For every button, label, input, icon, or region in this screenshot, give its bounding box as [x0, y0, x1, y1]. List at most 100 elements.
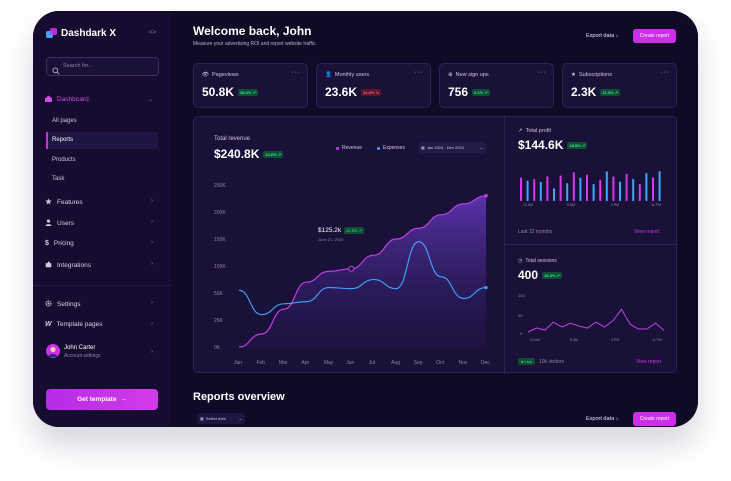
y-tick: 50 — [518, 313, 523, 318]
profit-value: $144.6K 28.5% ↗ — [518, 138, 588, 152]
date-range-select[interactable]: ▦ Jan 2024 - Dec 2024 ⌄ — [418, 142, 486, 153]
eye-icon: 👁 — [202, 72, 209, 78]
chevron-right-icon: › — [151, 321, 153, 327]
x-tick: Sep — [414, 360, 423, 366]
user-sub[interactable]: Account settings — [64, 353, 101, 359]
puzzle-icon — [45, 261, 52, 270]
overview-create-report-button[interactable]: Create report — [633, 412, 676, 426]
w-icon: W — [45, 321, 52, 328]
search-icon — [52, 62, 60, 80]
profit-bar — [539, 181, 542, 201]
chevron-down-icon: ⌄ — [238, 416, 242, 421]
profit-bar — [632, 178, 635, 201]
profit-bar — [553, 188, 555, 201]
search-input[interactable]: Search for... — [46, 57, 159, 76]
sessions-value: 400 16.8% ↗ — [518, 268, 562, 282]
profit-bar — [605, 171, 608, 201]
live-badge: ● Live — [518, 358, 535, 365]
x-tick: 4 PM — [611, 338, 620, 342]
sidebar-subitem-reports[interactable]: Reports — [52, 137, 73, 143]
stat-value: 756 3.1% ↗ — [448, 85, 490, 99]
stat-label: ⊕ New sign ups — [448, 72, 489, 78]
legend-dot — [336, 146, 339, 150]
sidebar-item-pricing[interactable]: $ Pricing — [45, 240, 74, 247]
sidebar-item-dashboard[interactable]: Dashboard — [45, 95, 89, 104]
export-data-button[interactable]: Export data ↓ — [586, 33, 618, 39]
profit-bar — [546, 176, 549, 201]
stat-label-text: Subscriptions — [578, 72, 612, 78]
profit-value-text: $144.6K — [518, 138, 564, 152]
chevron-right-icon: › — [151, 198, 153, 204]
x-tick: 11 PM — [651, 203, 661, 207]
sidebar-item-users[interactable]: Users — [45, 219, 74, 228]
stat-label-text: New sign ups — [455, 72, 489, 78]
collapse-icon[interactable]: <> — [149, 30, 156, 36]
profit-bar — [592, 184, 595, 201]
sidebar-item-features[interactable]: Features — [45, 198, 83, 207]
sidebar-item-template-pages[interactable]: W Template pages — [45, 321, 103, 328]
more-icon[interactable]: ··· — [415, 69, 424, 76]
legend-dot — [377, 146, 380, 150]
chart-tooltip: $125.2k 12.5% ↗ — [318, 227, 364, 234]
y-tick: 150K — [214, 237, 226, 243]
x-tick: Feb — [256, 360, 265, 366]
x-tick: Jun — [346, 360, 354, 366]
get-template-button[interactable]: Get template → — [46, 389, 158, 410]
profit-bar — [520, 177, 522, 201]
profit-bar — [586, 174, 588, 201]
chevron-down-icon: ⌄ — [479, 145, 483, 150]
tooltip-delta: 12.5% ↗ — [344, 227, 364, 234]
export-label: Export data — [586, 416, 615, 422]
highlight-point[interactable] — [348, 265, 355, 272]
y-tick: 0 — [520, 331, 523, 336]
sidebar-subitem-task[interactable]: Task — [52, 176, 64, 182]
clock-icon: ◷ — [518, 258, 523, 264]
sidebar-item-settings[interactable]: Settings — [45, 300, 81, 309]
revenue-area — [239, 195, 486, 347]
create-report-button[interactable]: Create report — [633, 29, 676, 43]
sessions-view-report-link[interactable]: View report — [636, 359, 661, 365]
stat-value-text: 756 — [448, 85, 469, 99]
delta-text: 12.5% — [346, 228, 358, 233]
stat-value: 50.8K 28.4% ↗ — [202, 85, 258, 99]
sidebar-subitem-all-pages[interactable]: All pages — [52, 118, 77, 124]
x-tick: Apr — [301, 360, 309, 366]
stat-card-pageviews: 👁 Pageviews ··· 50.8K 28.4% ↗ — [193, 63, 308, 108]
sidebar-item-label: Template pages — [56, 321, 103, 328]
profit-bar — [533, 178, 536, 201]
y-tick: 50K — [214, 291, 224, 297]
x-tick: Oct — [436, 360, 444, 366]
sessions-label: ◷ Total sessions — [518, 258, 557, 264]
sidebar-item-integrations[interactable]: Integrations — [45, 261, 91, 270]
live-text: Live — [524, 359, 532, 364]
x-tick: 12 AM — [530, 338, 540, 342]
more-icon[interactable]: ··· — [292, 69, 301, 76]
user-name: John Carter — [64, 345, 96, 351]
x-tick: 11 PM — [652, 338, 662, 342]
profit-view-report-link[interactable]: View report — [634, 229, 659, 235]
delta-badge: 3.1% ↗ — [472, 88, 490, 96]
profit-bar — [652, 177, 654, 201]
x-tick: 8 AM — [570, 338, 578, 342]
select-date-dropdown[interactable]: ▦ Select date ⌄ — [197, 413, 245, 424]
sidebar-item-label: Dashboard — [57, 96, 89, 103]
avatar[interactable] — [46, 344, 60, 358]
more-icon[interactable]: ··· — [661, 69, 670, 76]
profit-bar — [572, 172, 575, 201]
legend-expenses: Expenses — [377, 145, 405, 151]
sidebar-subitem-products[interactable]: Products — [52, 157, 76, 163]
overview-export-button[interactable]: Export data ↓ — [586, 416, 618, 422]
calendar-icon: ▦ — [421, 145, 425, 150]
more-icon[interactable]: ··· — [538, 69, 547, 76]
visitors-count: 10k visitors — [539, 359, 565, 365]
revenue-value: $240.8K 24.6% ↗ — [214, 147, 284, 161]
divider — [504, 117, 505, 374]
x-tick: 4 PM — [611, 203, 620, 207]
sidebar-item-label: Integrations — [57, 262, 91, 269]
profit-bar — [599, 179, 602, 201]
delta-badge: 12.6% ↘ — [361, 88, 381, 96]
stat-label-text: Monthly users — [334, 72, 370, 78]
y-tick: 250K — [214, 183, 226, 189]
revenue-card: Total revenue $240.8K 24.6% ↗ Revenue Ex… — [193, 116, 678, 374]
stat-value-text: 2.3K — [571, 85, 597, 99]
